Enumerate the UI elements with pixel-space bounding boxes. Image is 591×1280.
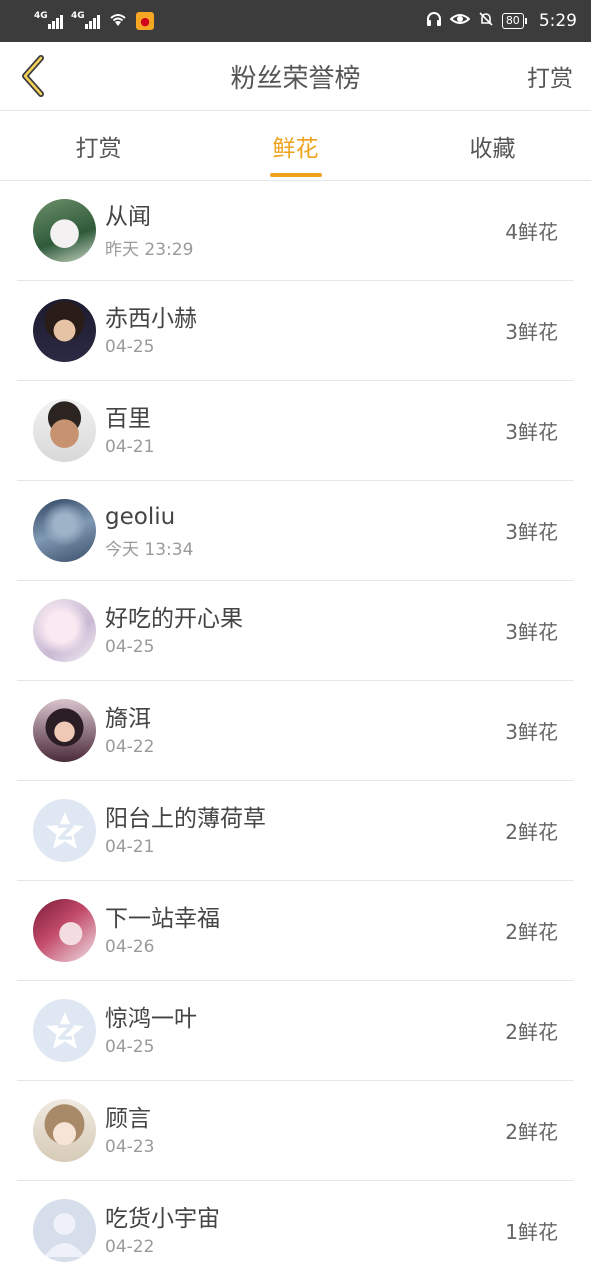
fan-name: 惊鸿一叶 bbox=[105, 1006, 197, 1032]
fan-row[interactable]: 下一站幸福 04-26 2鲜花 bbox=[17, 881, 574, 981]
default-person-icon[interactable] bbox=[33, 1199, 96, 1262]
reward-button[interactable]: 打赏 bbox=[527, 59, 573, 93]
eye-icon bbox=[449, 11, 471, 31]
fan-info: 惊鸿一叶 04-25 bbox=[105, 1004, 505, 1057]
fan-name: 旖洱 bbox=[105, 706, 151, 732]
avatar[interactable] bbox=[33, 199, 96, 262]
status-left: 4G 4G ● bbox=[34, 11, 154, 31]
fan-name: 阳台上的薄荷草 bbox=[105, 806, 266, 832]
default-qq-star-icon[interactable] bbox=[33, 799, 96, 862]
avatar[interactable] bbox=[33, 699, 96, 762]
fan-row[interactable]: 阳台上的薄荷草 04-21 2鲜花 bbox=[17, 781, 574, 881]
tab-reward[interactable]: 打赏 bbox=[0, 111, 197, 180]
fan-name: 从闻 bbox=[105, 203, 151, 230]
fan-name: 吃货小宇宙 bbox=[105, 1206, 220, 1232]
flower-count: 4鲜花 bbox=[505, 220, 558, 244]
default-qq-star-icon[interactable] bbox=[33, 999, 96, 1062]
fan-row[interactable]: 好吃的开心果 04-25 3鲜花 bbox=[17, 581, 574, 681]
flower-count: 3鲜花 bbox=[505, 620, 558, 644]
clock: 5:29 bbox=[538, 11, 577, 31]
fan-date: 昨天 23:29 bbox=[105, 239, 194, 260]
mute-bell-icon bbox=[478, 11, 494, 31]
fan-date: 04-25 bbox=[105, 337, 155, 357]
fan-date: 04-22 bbox=[105, 737, 155, 757]
fan-row[interactable]: 百里 04-21 3鲜花 bbox=[17, 381, 574, 481]
fan-name: 顾言 bbox=[105, 1106, 151, 1132]
avatar[interactable] bbox=[33, 299, 96, 362]
back-button[interactable] bbox=[14, 51, 54, 101]
flower-count: 3鲜花 bbox=[505, 720, 558, 744]
flower-count: 2鲜花 bbox=[505, 1020, 558, 1044]
avatar[interactable] bbox=[33, 599, 96, 662]
status-right: 80 5:29 bbox=[426, 11, 577, 31]
fan-info: 赤西小赫 04-25 bbox=[105, 304, 505, 357]
fan-name: 赤西小赫 bbox=[105, 306, 197, 332]
headphone-icon bbox=[426, 11, 442, 31]
page-title: 粉丝荣誉榜 bbox=[230, 63, 361, 94]
avatar[interactable] bbox=[33, 399, 96, 462]
fan-row[interactable]: 顾言 04-23 2鲜花 bbox=[17, 1081, 574, 1181]
fan-name: 好吃的开心果 bbox=[105, 606, 243, 632]
wifi-icon bbox=[108, 11, 128, 31]
fan-info: 阳台上的薄荷草 04-21 bbox=[105, 804, 505, 857]
fan-date: 04-23 bbox=[105, 1137, 155, 1157]
signal-icon: 4G bbox=[34, 11, 63, 29]
fan-name: 下一站幸福 bbox=[105, 906, 220, 932]
fan-date: 04-21 bbox=[105, 837, 155, 857]
battery-icon: 80 bbox=[501, 13, 527, 29]
fan-name: geoliu bbox=[105, 503, 176, 530]
tab-flowers[interactable]: 鲜花 bbox=[197, 111, 394, 180]
flower-count: 2鲜花 bbox=[505, 1120, 558, 1144]
flower-count: 3鲜花 bbox=[505, 320, 558, 344]
fan-date: 今天 13:34 bbox=[105, 539, 194, 560]
fan-name: 百里 bbox=[105, 406, 151, 432]
fan-row[interactable]: geoliu 今天 13:34 3鲜花 bbox=[17, 481, 574, 581]
tab-bar: 打赏 鲜花 收藏 bbox=[0, 111, 591, 181]
fan-info: 好吃的开心果 04-25 bbox=[105, 604, 505, 657]
fan-date: 04-22 bbox=[105, 1237, 155, 1257]
battery-level: 80 bbox=[501, 13, 524, 29]
weibo-icon: ● bbox=[136, 12, 154, 30]
fan-row[interactable]: 惊鸿一叶 04-25 2鲜花 bbox=[17, 981, 574, 1081]
fan-info: 旖洱 04-22 bbox=[105, 704, 505, 757]
back-arrow-icon bbox=[22, 55, 44, 97]
flower-count: 2鲜花 bbox=[505, 820, 558, 844]
nav-bar: 粉丝荣誉榜 打赏 bbox=[0, 42, 591, 111]
fan-row[interactable]: 赤西小赫 04-25 3鲜花 bbox=[17, 281, 574, 381]
fan-info: 下一站幸福 04-26 bbox=[105, 904, 505, 957]
fan-row[interactable]: 吃货小宇宙 04-22 1鲜花 bbox=[17, 1181, 574, 1280]
flower-count: 3鲜花 bbox=[505, 420, 558, 444]
network-type-1: 4G bbox=[34, 11, 48, 21]
fan-row[interactable]: 旖洱 04-22 3鲜花 bbox=[17, 681, 574, 781]
fan-date: 04-25 bbox=[105, 1037, 155, 1057]
tab-favorites[interactable]: 收藏 bbox=[394, 111, 591, 180]
avatar[interactable] bbox=[33, 1099, 96, 1162]
fan-row[interactable]: 从闻 昨天 23:29 4鲜花 bbox=[17, 181, 574, 281]
fan-date: 04-25 bbox=[105, 637, 155, 657]
fan-list: 从闻 昨天 23:29 4鲜花 赤西小赫 04-25 3鲜花 百里 04-21 3鲜花 geoli… bbox=[0, 181, 591, 1280]
fan-info: geoliu 今天 13:34 bbox=[105, 502, 505, 560]
fan-date: 04-21 bbox=[105, 437, 155, 457]
flower-count: 1鲜花 bbox=[505, 1220, 558, 1244]
flower-count: 2鲜花 bbox=[505, 920, 558, 944]
status-bar: 4G 4G ● 80 5:29 bbox=[0, 0, 591, 42]
network-type-2: 4G bbox=[71, 11, 85, 21]
fan-date: 04-26 bbox=[105, 937, 155, 957]
flower-count: 3鲜花 bbox=[505, 520, 558, 544]
fan-info: 百里 04-21 bbox=[105, 404, 505, 457]
fan-info: 从闻昨天 23:29 bbox=[105, 202, 505, 260]
signal-icon-2: 4G bbox=[71, 11, 100, 29]
fan-info: 顾言 04-23 bbox=[105, 1104, 505, 1157]
avatar[interactable] bbox=[33, 499, 96, 562]
avatar[interactable] bbox=[33, 899, 96, 962]
fan-info: 吃货小宇宙 04-22 bbox=[105, 1204, 505, 1257]
